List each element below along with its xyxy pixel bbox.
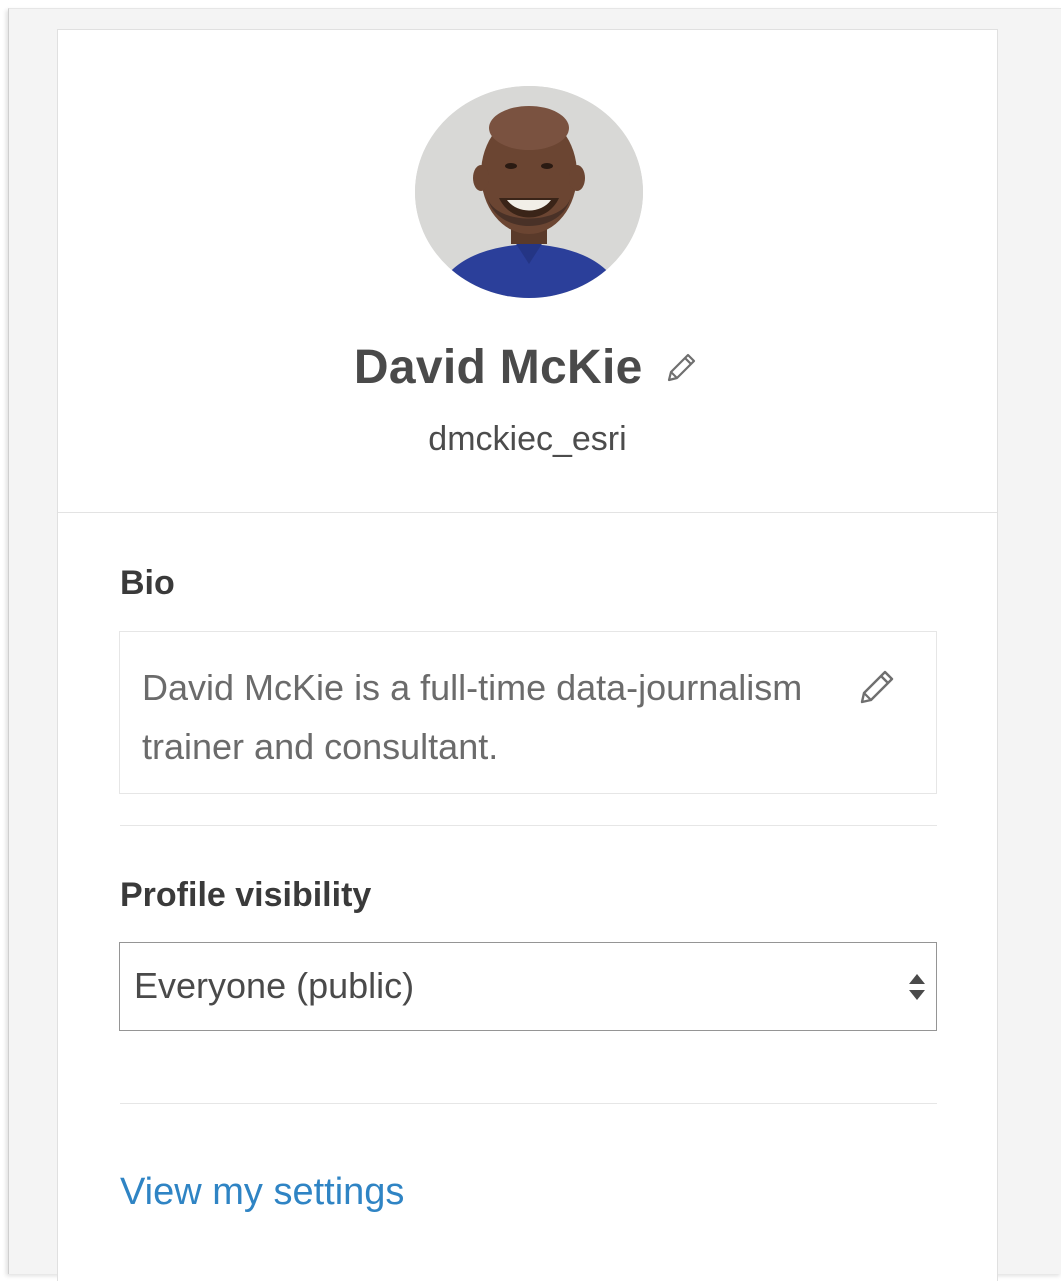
screen: David McKie dmckiec_esri Bio David McKie…	[0, 0, 1061, 1281]
avatar-photo	[415, 86, 643, 298]
pencil-icon	[667, 353, 696, 381]
profile-username: dmckiec_esri	[428, 420, 627, 458]
name-row: David McKie	[58, 340, 997, 400]
divider	[120, 825, 937, 826]
profile-visibility-select[interactable]: Everyone (public)	[119, 942, 937, 1031]
view-settings-link[interactable]: View my settings	[120, 1171, 404, 1214]
profile-visibility-value: Everyone (public)	[134, 965, 415, 1006]
bio-label: Bio	[120, 564, 175, 602]
pencil-icon	[860, 670, 894, 704]
avatar	[415, 86, 643, 298]
profile-name: David McKie	[353, 341, 643, 394]
edit-name-button[interactable]	[661, 348, 701, 388]
profile-visibility-label: Profile visibility	[120, 876, 372, 914]
bio-text: David McKie is a full-time data-journali…	[142, 667, 803, 767]
edit-bio-button[interactable]	[854, 664, 900, 710]
select-arrows-icon	[909, 974, 925, 1000]
profile-card: David McKie dmckiec_esri Bio David McKie…	[57, 29, 998, 1281]
bio-box: David McKie is a full-time data-journali…	[119, 631, 937, 794]
divider	[120, 1103, 937, 1104]
profile-header: David McKie dmckiec_esri	[58, 30, 997, 513]
